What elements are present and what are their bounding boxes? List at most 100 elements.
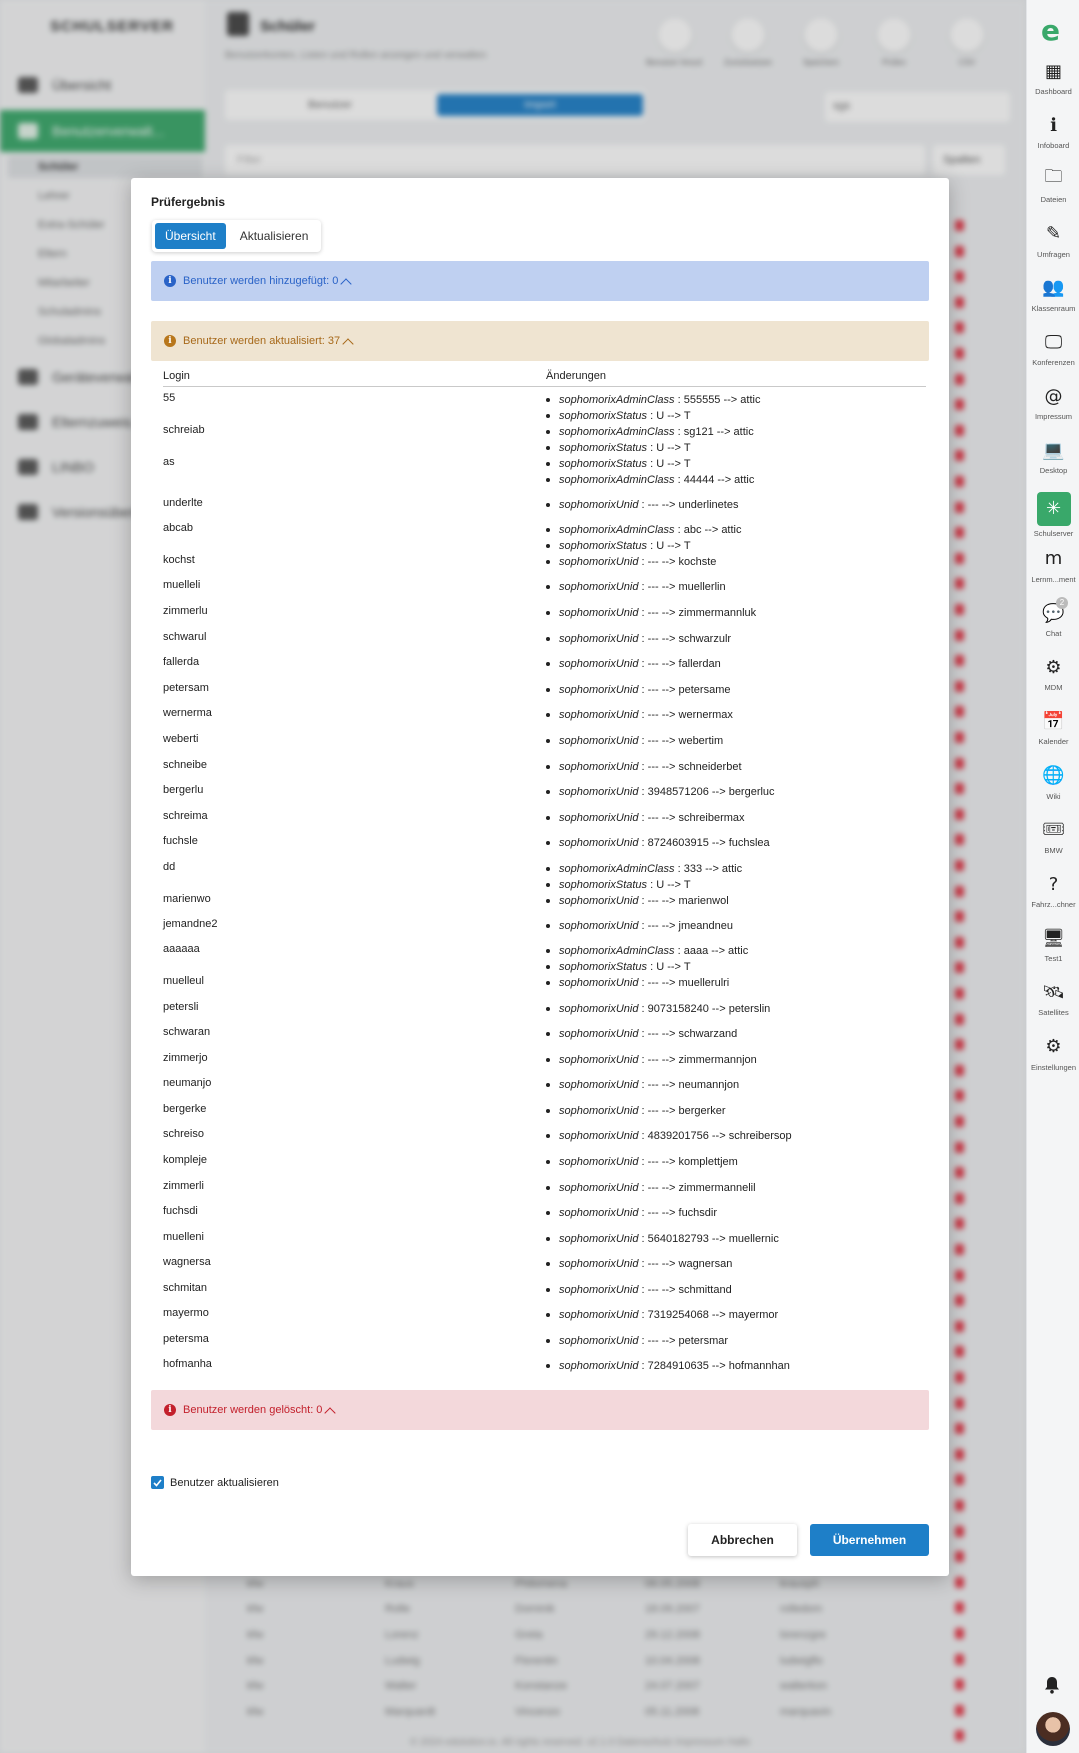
alert-users-deleted[interactable]: i Benutzer werden gelöscht: 0: [151, 1390, 929, 1430]
alert-users-added[interactable]: i Benutzer werden hinzugefügt: 0: [151, 261, 929, 301]
login-cell: fuchsle: [163, 835, 198, 847]
dock-item-mdm[interactable]: ⚙ MDM: [1027, 654, 1079, 693]
dialog-title: Prüfergebnis: [151, 195, 226, 209]
alert-users-updated[interactable]: i Benutzer werden aktualisiert: 37: [151, 321, 929, 361]
attribute-name: sophomorixUnid: [559, 1309, 639, 1321]
attribute-name: sophomorixUnid: [559, 709, 639, 721]
login-cell: kompleje: [163, 1154, 208, 1166]
changes-list: sophomorixUnid : --- --> fallerdan: [546, 656, 721, 672]
changes-list: sophomorixUnid : --- --> zimmermannluk: [546, 605, 756, 621]
alert-added-text: Benutzer werden hinzugefügt: 0: [183, 275, 339, 287]
attribute-name: sophomorixUnid: [559, 1335, 639, 1347]
change-item: sophomorixStatus : U --> T: [546, 408, 760, 424]
dock-item-impressum[interactable]: @ Impressum: [1027, 383, 1079, 422]
change-item: sophomorixUnid : --- --> zimmermannelil: [546, 1180, 756, 1196]
changes-list: sophomorixUnid : --- --> marienwol: [546, 893, 729, 909]
dock-item-infoboard[interactable]: ℹ Infoboard: [1027, 112, 1079, 151]
attribute-change: sg121 --> attic: [683, 426, 754, 438]
dock-item-satellites[interactable]: 🛰 Satellites: [1027, 979, 1079, 1018]
attribute-name: sophomorixUnid: [559, 1207, 639, 1219]
info-icon: i: [164, 275, 176, 287]
attribute-name: sophomorixStatus: [559, 879, 648, 891]
cancel-button[interactable]: Abbrechen: [688, 1524, 797, 1556]
attribute-change: --- --> wagnersan: [647, 1258, 733, 1270]
changes-list: sophomorixUnid : --- --> fuchsdir: [546, 1205, 717, 1221]
attribute-change: --- --> fuchsdir: [647, 1207, 718, 1219]
change-item: sophomorixUnid : --- --> petersame: [546, 682, 730, 698]
dialog-tabs: Übersicht Aktualisieren: [152, 220, 322, 252]
changes-table: Login Änderungen 55 sophomorixAdminClass …: [163, 370, 926, 1372]
attribute-change: --- --> jmeandneu: [647, 920, 733, 932]
dock-item-dashboard[interactable]: ▦ Dashboard: [1027, 58, 1079, 97]
attribute-change: --- --> schmittand: [647, 1284, 732, 1296]
network-icon: ✳: [1036, 491, 1071, 526]
dock-item-chat[interactable]: 💬 2 Chat: [1027, 597, 1079, 638]
attribute-change: --- --> zimmermannluk: [647, 607, 757, 619]
dock-item-wiki[interactable]: 🌐 Wiki: [1027, 763, 1079, 801]
info-icon: i: [164, 1404, 176, 1416]
dock-item-konferenzen[interactable]: 🖵 Konferenzen: [1027, 329, 1079, 368]
dock-item-desktop[interactable]: 💻 Desktop: [1027, 437, 1079, 476]
attribute-change: --- --> petersmar: [647, 1335, 729, 1347]
update-users-checkbox[interactable]: Benutzer aktualisieren: [151, 1476, 279, 1489]
login-cell: schreima: [163, 810, 208, 822]
login-cell: aaaaaa: [163, 943, 200, 955]
change-item: sophomorixUnid : --- --> bergerker: [546, 1103, 726, 1119]
satellite-icon: 🛰: [1042, 981, 1065, 1003]
login-cell: marienwo: [163, 893, 211, 905]
bell-icon[interactable]: [1044, 1676, 1060, 1699]
attribute-name: sophomorixStatus: [559, 410, 648, 422]
dock-item-lernm-ment[interactable]: m Lernm...ment: [1027, 546, 1079, 584]
dock-label: Wiki: [1046, 791, 1061, 801]
dock-item-fahrz-chner[interactable]: ? Fahrz...chner: [1027, 871, 1079, 910]
change-item: sophomorixUnid : --- --> schneiderbet: [546, 759, 742, 775]
attribute-change: --- --> bergerker: [647, 1105, 726, 1117]
change-item: sophomorixUnid : --- --> schmittand: [546, 1282, 732, 1298]
app-dock: e ▦ Dashboard ℹ Infoboard 🗀 Dateien ✎ Umfragen 👥…: [1026, 0, 1079, 1753]
dock-label: Konferenzen: [1032, 358, 1075, 367]
login-cell: fallerda: [163, 656, 200, 668]
attribute-change: --- --> neumannjon: [647, 1079, 740, 1091]
attribute-change: --- --> schwarzand: [647, 1028, 738, 1040]
dock-item-test1[interactable]: 🖥 Test1: [1027, 925, 1079, 964]
changes-list: sophomorixUnid : --- --> jmeandneu: [546, 918, 733, 934]
edulution-logo-icon[interactable]: e: [1041, 14, 1060, 47]
change-item: sophomorixUnid : --- --> wagnersan: [546, 1256, 732, 1272]
attribute-name: sophomorixUnid: [559, 658, 639, 670]
attribute-change: --- --> petersame: [647, 684, 731, 696]
dock-label: Lernm...ment: [1031, 574, 1076, 584]
dock-item-bmw[interactable]: 🎟 BMW: [1027, 817, 1079, 855]
attribute-name: sophomorixUnid: [559, 1156, 639, 1168]
attribute-change: --- --> muellerlin: [647, 581, 726, 593]
changes-list: sophomorixUnid : --- --> schreibermax: [546, 810, 745, 826]
avatar[interactable]: [1036, 1712, 1070, 1746]
login-cell: zimmerjo: [163, 1052, 208, 1064]
tab-update[interactable]: Aktualisieren: [230, 223, 319, 249]
dock-item-kalender[interactable]: 📅 Kalender: [1027, 708, 1079, 747]
attribute-name: sophomorixUnid: [559, 1182, 639, 1194]
dock-item-dateien[interactable]: 🗀 Dateien: [1027, 166, 1079, 204]
change-item: sophomorixUnid : --- --> webertim: [546, 733, 723, 749]
change-item: sophomorixUnid : --- --> komplettjem: [546, 1154, 738, 1170]
login-cell: wagnersa: [163, 1256, 211, 1268]
attribute-change: 7284910635 --> hofmannhan: [647, 1360, 790, 1372]
change-item: sophomorixUnid : --- --> wernermax: [546, 707, 733, 723]
tab-overview[interactable]: Übersicht: [155, 223, 226, 249]
dock-label: Schulserver: [1033, 528, 1074, 538]
dock-item-schulserver[interactable]: ✳ Schulserver: [1027, 491, 1079, 538]
checkbox-checked-icon[interactable]: [151, 1476, 164, 1489]
attribute-name: sophomorixUnid: [559, 1079, 639, 1091]
dock-item-umfragen[interactable]: ✎ Umfragen: [1027, 221, 1079, 259]
login-cell: schreiab: [163, 424, 205, 436]
folder-icon: 🗀: [1044, 166, 1063, 188]
chat-count-badge: 2: [1056, 597, 1068, 609]
login-cell: petersam: [163, 682, 209, 694]
dock-item-einstellungen[interactable]: ⚙ Einstellungen: [1027, 1034, 1079, 1072]
apply-button[interactable]: Übernehmen: [810, 1524, 929, 1556]
dock-item-klassenraum[interactable]: 👥 Klassenraum: [1027, 275, 1079, 313]
attribute-name: sophomorixUnid: [559, 684, 639, 696]
mdm-icon: ⚙: [1045, 656, 1062, 678]
calendar-icon: 📅: [1042, 710, 1065, 732]
changes-list: sophomorixUnid : --- --> underlinetes: [546, 497, 738, 513]
attribute-name: sophomorixUnid: [559, 1054, 639, 1066]
